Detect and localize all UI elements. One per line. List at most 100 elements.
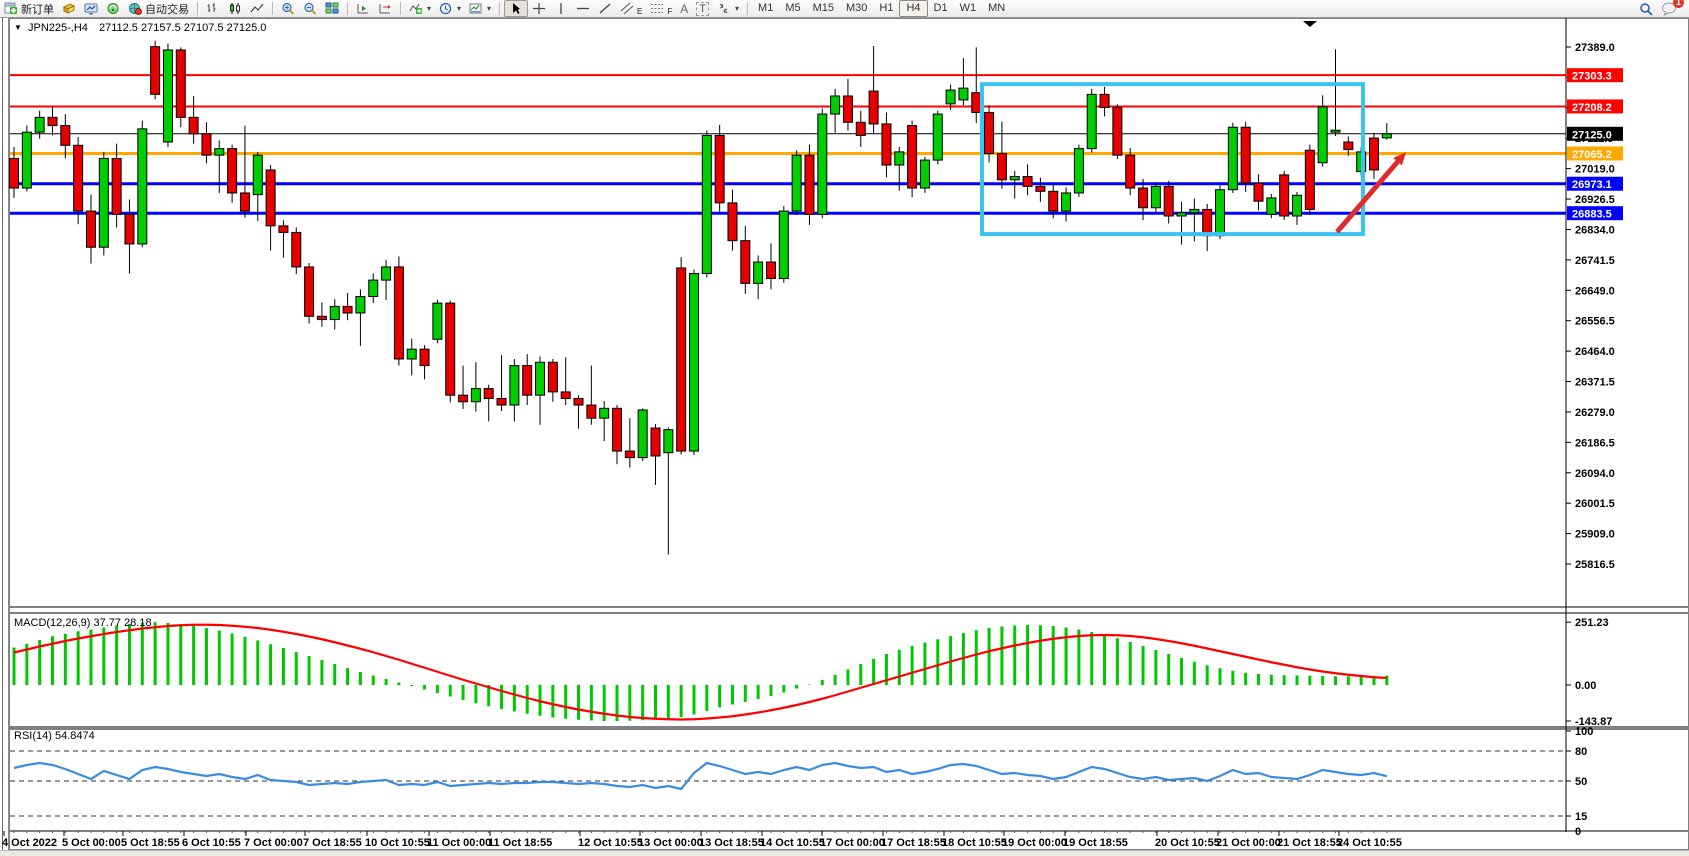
crosshair-button[interactable] [528, 1, 550, 16]
candle-body [933, 114, 942, 160]
candle-body [1203, 209, 1212, 235]
timeframe-d1[interactable]: D1 [928, 1, 954, 16]
text-label-button[interactable]: T [692, 1, 713, 16]
price-level-badge-label: 27303.3 [1572, 71, 1612, 83]
candle-body [497, 398, 506, 405]
candle-chart-button[interactable] [224, 1, 246, 16]
candle-body [228, 149, 237, 193]
quotes-icon [62, 2, 76, 15]
channel-button[interactable]: E [616, 1, 646, 16]
auto-scroll-button[interactable] [374, 1, 396, 16]
tile-windows-button[interactable] [321, 1, 343, 16]
chart-menu-arrow-icon[interactable]: ▼ [14, 23, 22, 32]
search-button[interactable] [1635, 1, 1657, 16]
timeframe-h1[interactable]: H1 [873, 1, 899, 16]
candle-body [1190, 209, 1199, 212]
price-level-badge-label: 27125.0 [1572, 129, 1612, 141]
time-axis-label: 19 Oct 00:00 [1002, 837, 1067, 849]
candle-body [202, 134, 211, 155]
line-chart-button[interactable] [246, 1, 268, 16]
quotes-button[interactable] [58, 1, 80, 16]
candle-body [561, 392, 570, 399]
rsi-axis-label: 0 [1575, 826, 1581, 838]
channel-icon [620, 2, 634, 15]
text-button[interactable]: A [676, 1, 692, 16]
auto-scroll-icon [378, 2, 392, 15]
trendline-button[interactable] [594, 1, 616, 16]
autotrading-button[interactable]: 自动交易 [124, 1, 193, 16]
price-level-badge-label: 26973.1 [1572, 179, 1612, 191]
candle-body [638, 410, 647, 458]
candle-body [548, 362, 557, 392]
candle-body [792, 155, 801, 211]
channel-sub-label: E [637, 7, 642, 16]
price-axis-tick-label: 27389.0 [1575, 42, 1615, 54]
trend-arrow [1337, 159, 1400, 232]
candle-body [831, 96, 840, 114]
candle-body [946, 90, 955, 104]
dropdown-arrow-icon: ▾ [427, 4, 431, 13]
price-axis-tick-label: 25816.5 [1575, 559, 1615, 571]
candle-body [1087, 94, 1096, 148]
new-order-label: 新订单 [21, 1, 54, 17]
time-axis-label: 20 Oct 10:55 [1155, 837, 1220, 849]
candle-body [189, 117, 198, 133]
horizontal-line-button[interactable] [572, 1, 594, 16]
chart-window: ▼ JPN225-,H4 27112.5 27157.5 27107.5 271… [0, 18, 1689, 850]
time-axis-label: 17 Oct 00:00 [820, 837, 885, 849]
fibonacci-button[interactable]: F [646, 1, 676, 16]
price-axis-tick-label: 26279.0 [1575, 407, 1615, 419]
market-watch-button[interactable] [80, 1, 102, 16]
candle-body [125, 214, 134, 244]
bottom-scroll-strip[interactable] [0, 850, 1689, 856]
periods-button[interactable]: ▾ [435, 1, 465, 16]
timeframe-mn[interactable]: MN [982, 1, 1011, 16]
data-window-button[interactable] [102, 1, 124, 16]
candle-body [292, 232, 301, 267]
candle-body [1113, 107, 1122, 155]
candle-body [1216, 190, 1225, 236]
candle-body [574, 398, 583, 405]
timeframe-m30[interactable]: M30 [840, 1, 873, 16]
timeframe-h4[interactable]: H4 [899, 0, 927, 17]
toolbar-separator [400, 2, 401, 15]
bar-chart-button[interactable] [202, 1, 224, 16]
zoom-out-button[interactable] [299, 1, 321, 16]
rsi-axis-label: 50 [1575, 776, 1587, 788]
timeframe-m5[interactable]: M5 [779, 1, 806, 16]
rsi-axis-label: 100 [1575, 726, 1593, 738]
templates-button[interactable]: ▾ [465, 1, 495, 16]
trendline-icon [598, 2, 612, 15]
new-order-button[interactable]: 新订单 [0, 1, 58, 16]
candle-body [420, 349, 429, 365]
timeframe-m15[interactable]: M15 [807, 1, 840, 16]
timeframe-m1[interactable]: M1 [752, 1, 779, 16]
zoom-in-button[interactable] [277, 1, 299, 16]
candle-body [702, 135, 711, 273]
candle-body [972, 93, 981, 113]
candle-body [35, 117, 44, 132]
cursor-button[interactable] [504, 0, 528, 17]
arrows-button[interactable]: ▾ [713, 1, 743, 16]
comment-button[interactable]: 1 [1657, 1, 1679, 16]
indicators-button[interactable]: ▾ [405, 1, 435, 16]
candle-body [689, 274, 698, 452]
candle-body [523, 366, 532, 396]
candle-body [240, 193, 249, 211]
chart-canvas[interactable]: 27389.027296.527204.027111.527019.026926… [0, 18, 1689, 850]
timeframe-group: M1M5M15M30H1H4D1W1MN [752, 0, 1011, 17]
candle-body [1369, 138, 1378, 170]
vertical-line-button[interactable] [550, 1, 572, 16]
candle-body [1151, 186, 1160, 207]
candle-body [279, 226, 288, 233]
tile-windows-icon [325, 2, 339, 15]
candle-body [664, 430, 673, 453]
timeframe-w1[interactable]: W1 [954, 1, 983, 16]
candle-body [484, 389, 493, 399]
time-axis-label: 24 Oct 10:55 [1337, 837, 1402, 849]
chart-shift-button[interactable] [352, 1, 374, 16]
crosshair-icon [532, 2, 546, 15]
fibo-sub-label: F [667, 7, 672, 16]
candle-body [1177, 213, 1186, 216]
candle-body [920, 160, 929, 188]
